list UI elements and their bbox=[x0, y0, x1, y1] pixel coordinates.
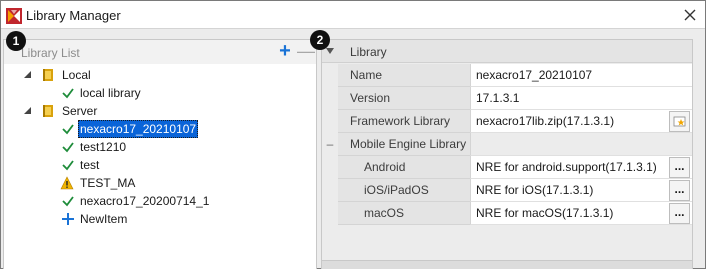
tree-item-selected[interactable]: nexacro17_20210107 bbox=[4, 120, 316, 138]
tree-item-label: TEST_MA bbox=[80, 176, 136, 190]
properties-header: Library bbox=[322, 40, 692, 63]
tree-item[interactable]: NewItem bbox=[4, 210, 316, 228]
app-logo-icon bbox=[6, 8, 22, 24]
property-value-field[interactable]: NRE for macOS(17.1.3.1) bbox=[470, 202, 692, 225]
tree-item[interactable]: local library bbox=[4, 84, 316, 102]
row-gutter bbox=[322, 87, 338, 110]
property-label: Framework Library bbox=[338, 110, 470, 133]
row-gutter bbox=[322, 110, 338, 133]
row-gutter bbox=[322, 202, 338, 225]
browse-android-button[interactable]: ... bbox=[669, 157, 690, 178]
property-group-label: Mobile Engine Library bbox=[338, 133, 470, 156]
callout-badge-2: 2 bbox=[310, 30, 330, 50]
callout-badge-1: 1 bbox=[6, 31, 26, 51]
library-folder-icon bbox=[43, 105, 53, 117]
tree-item-label: test1210 bbox=[80, 140, 127, 154]
property-label: Version bbox=[338, 87, 470, 110]
check-icon bbox=[62, 196, 74, 207]
property-value-field[interactable]: nexacro17lib.zip(17.1.3.1) bbox=[470, 110, 692, 133]
tree-item-label: NewItem bbox=[80, 212, 128, 226]
library-list-title: Library List bbox=[21, 46, 80, 60]
property-group-value bbox=[470, 133, 692, 156]
tree-group-server[interactable]: Server bbox=[4, 102, 316, 120]
browse-macos-button[interactable]: ... bbox=[669, 203, 690, 224]
row-gutter bbox=[322, 64, 338, 87]
tree-item[interactable]: test bbox=[4, 156, 316, 174]
browse-ios-button[interactable]: ... bbox=[669, 180, 690, 201]
check-icon bbox=[62, 160, 74, 171]
expand-toggle-icon[interactable] bbox=[23, 70, 33, 80]
tree-group-local[interactable]: Local bbox=[4, 66, 316, 84]
tree-item[interactable]: TEST_MA bbox=[4, 174, 316, 192]
add-library-button[interactable]: + bbox=[277, 41, 293, 61]
property-row-version: Version 17.1.3.1 bbox=[322, 87, 692, 110]
property-row-macos: macOS NRE for macOS(17.1.3.1) ... bbox=[322, 202, 692, 225]
window-title: Library Manager bbox=[26, 8, 121, 23]
close-icon[interactable] bbox=[681, 6, 699, 24]
tree-item[interactable]: test1210 bbox=[4, 138, 316, 156]
check-icon bbox=[62, 142, 74, 153]
group-collapse-toggle[interactable]: – bbox=[322, 133, 338, 156]
browse-framework-button[interactable] bbox=[669, 111, 690, 132]
tree-item-label: local library bbox=[80, 86, 141, 100]
folder-star-icon bbox=[673, 116, 685, 127]
expand-toggle-icon[interactable] bbox=[23, 106, 33, 116]
warning-icon bbox=[60, 176, 74, 190]
property-value-field[interactable]: nexacro17_20210107 bbox=[470, 64, 692, 87]
property-row-framework-library: Framework Library nexacro17lib.zip(17.1.… bbox=[322, 110, 692, 133]
property-value-field[interactable]: NRE for iOS(17.1.3.1) bbox=[470, 179, 692, 202]
property-label: macOS bbox=[338, 202, 470, 225]
plus-icon bbox=[62, 213, 74, 225]
row-gutter bbox=[322, 156, 338, 179]
remove-library-button[interactable]: — bbox=[297, 42, 315, 60]
properties-section-title: Library bbox=[350, 45, 387, 59]
tree-item[interactable]: nexacro17_20200714_1 bbox=[4, 192, 316, 210]
collapse-arrow-icon[interactable] bbox=[326, 48, 334, 54]
library-list-header: Library List + — bbox=[4, 40, 316, 64]
check-icon bbox=[62, 88, 74, 99]
property-row-ios: iOS/iPadOS NRE for iOS(17.1.3.1) ... bbox=[322, 179, 692, 202]
property-label: Android bbox=[338, 156, 470, 179]
tree-group-label: Server bbox=[62, 104, 98, 118]
property-row-android: Android NRE for android.support(17.1.3.1… bbox=[322, 156, 692, 179]
tree-item-label: test bbox=[80, 158, 100, 172]
properties-footer bbox=[322, 260, 692, 269]
property-row-mobile-engine: – Mobile Engine Library bbox=[322, 133, 692, 156]
title-bar: Library Manager bbox=[1, 1, 705, 29]
tree-item-label: nexacro17_20200714_1 bbox=[80, 194, 210, 208]
row-gutter bbox=[322, 179, 338, 202]
check-icon bbox=[62, 124, 74, 135]
library-folder-icon bbox=[43, 69, 53, 81]
library-manager-window: Library Manager Library List + — Local l… bbox=[0, 0, 706, 269]
tree-group-label: Local bbox=[62, 68, 91, 82]
tree-item-label: nexacro17_20210107 bbox=[78, 120, 199, 138]
library-list-panel: Library List + — Local local library Ser… bbox=[3, 39, 317, 269]
property-value-field[interactable]: 17.1.3.1 bbox=[470, 87, 692, 110]
property-value-field[interactable]: NRE for android.support(17.1.3.1) bbox=[470, 156, 692, 179]
properties-panel: Library Name nexacro17_20210107 Version … bbox=[321, 39, 693, 269]
property-label: iOS/iPadOS bbox=[338, 179, 470, 202]
property-row-name: Name nexacro17_20210107 bbox=[322, 64, 692, 87]
property-label: Name bbox=[338, 64, 470, 87]
